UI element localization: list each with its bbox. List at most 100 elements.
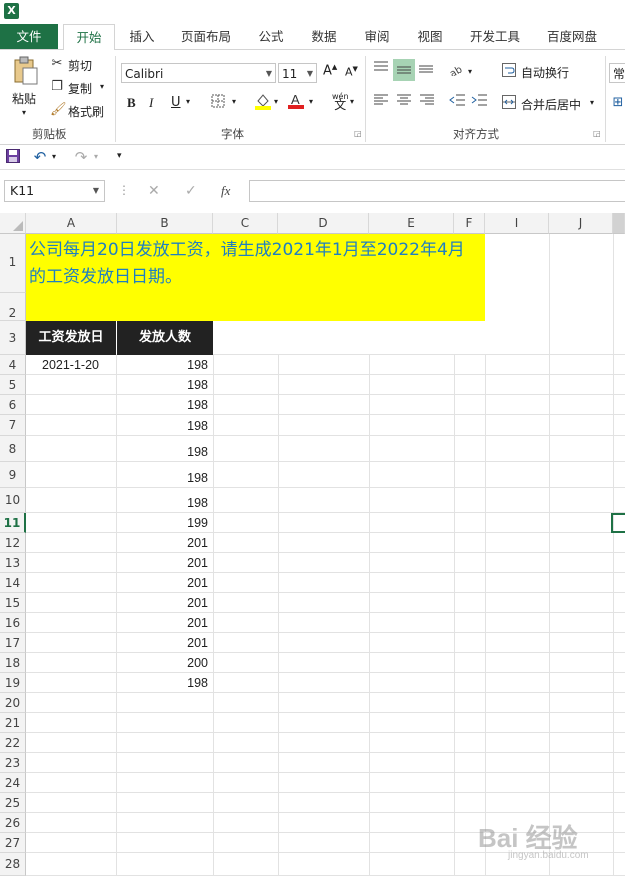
orientation-dropdown-icon[interactable]: ▾ — [468, 67, 472, 76]
row-header[interactable]: 1 — [0, 234, 26, 293]
font-size-combo[interactable]: 11 ▼ — [278, 63, 317, 83]
row-header[interactable]: 4 — [0, 355, 26, 375]
row-header[interactable]: 14 — [0, 573, 26, 593]
paste-dropdown-icon[interactable]: ▾ — [22, 108, 26, 117]
tab-file[interactable]: 文件 — [0, 24, 58, 49]
tab-formulas[interactable]: 公式 — [251, 24, 291, 49]
row-header[interactable]: 13 — [0, 553, 26, 573]
headcount-cell[interactable]: 198 — [117, 378, 208, 392]
wrap-text-button[interactable]: 自动换行 — [521, 64, 569, 81]
row-header[interactable]: 23 — [0, 753, 26, 773]
tab-developer[interactable]: 开发工具 — [464, 24, 526, 49]
bold-button[interactable]: B — [127, 95, 136, 111]
column-header[interactable]: C — [213, 213, 278, 234]
headcount-cell[interactable]: 198 — [117, 358, 208, 372]
paste-icon[interactable] — [10, 56, 40, 86]
headcount-cell[interactable]: 201 — [117, 576, 208, 590]
row-header[interactable]: 9 — [0, 462, 26, 488]
row-header[interactable]: 22 — [0, 733, 26, 753]
date-cell[interactable]: 2021-1-20 — [42, 358, 99, 372]
tab-insert[interactable]: 插入 — [122, 24, 162, 49]
merge-center-button[interactable]: 合并后居中 — [521, 96, 581, 113]
tab-home[interactable]: 开始 — [63, 24, 115, 51]
increase-indent-icon[interactable] — [471, 94, 487, 110]
headcount-cell[interactable]: 198 — [117, 471, 208, 485]
tab-view[interactable]: 视图 — [410, 24, 450, 49]
italic-button[interactable]: I — [149, 95, 153, 111]
column-header[interactable]: J — [549, 213, 613, 234]
merge-dropdown-icon[interactable]: ▾ — [590, 98, 594, 107]
headcount-cell[interactable]: 201 — [117, 616, 208, 630]
fill-color-icon[interactable] — [254, 92, 272, 114]
redo-icon[interactable]: ↷ — [73, 148, 89, 166]
column-header-selected[interactable] — [613, 213, 625, 234]
row-header[interactable]: 19 — [0, 673, 26, 693]
tab-data[interactable]: 数据 — [304, 24, 344, 49]
copy-button[interactable]: 复制 — [68, 80, 92, 97]
align-right-icon[interactable] — [419, 94, 435, 110]
number-format-combo[interactable]: 常 — [609, 63, 625, 83]
row-header[interactable]: 11 — [0, 513, 26, 533]
row-header[interactable]: 3 — [0, 321, 26, 355]
row-header[interactable]: 17 — [0, 633, 26, 653]
orientation-icon[interactable]: ab — [448, 62, 465, 80]
paste-button[interactable]: 粘贴 — [12, 90, 36, 107]
headcount-cell[interactable]: 198 — [117, 676, 208, 690]
row-header[interactable]: 2 — [0, 293, 26, 321]
borders-dropdown-icon[interactable]: ▾ — [232, 97, 236, 106]
headcount-cell[interactable]: 201 — [117, 556, 208, 570]
headcount-cell[interactable]: 198 — [117, 496, 208, 510]
select-all-corner[interactable] — [0, 213, 26, 234]
row-header[interactable]: 12 — [0, 533, 26, 553]
column-header[interactable]: D — [278, 213, 369, 234]
headcount-cell[interactable]: 201 — [117, 536, 208, 550]
decrease-indent-icon[interactable] — [449, 94, 465, 110]
row-header[interactable]: 6 — [0, 395, 26, 415]
row-header[interactable]: 16 — [0, 613, 26, 633]
align-middle-icon[interactable] — [393, 59, 415, 81]
font-color-icon[interactable]: A — [287, 91, 305, 113]
column-header[interactable]: A — [26, 213, 117, 234]
row-header[interactable]: 18 — [0, 653, 26, 673]
active-cell-selection[interactable] — [611, 513, 625, 533]
tab-baidu-netdisk[interactable]: 百度网盘 — [540, 24, 604, 49]
redo-dropdown-icon[interactable]: ▾ — [94, 152, 98, 161]
copy-dropdown-icon[interactable]: ▾ — [100, 82, 104, 91]
cancel-icon[interactable]: ✕ — [148, 183, 160, 199]
tab-page-layout[interactable]: 页面布局 — [176, 24, 236, 49]
column-header[interactable]: I — [485, 213, 549, 234]
row-header[interactable]: 25 — [0, 793, 26, 813]
column-header[interactable]: F — [454, 213, 485, 234]
currency-format-icon[interactable]: ⊞ — [611, 95, 625, 110]
row-header[interactable]: 21 — [0, 713, 26, 733]
row-header[interactable]: 10 — [0, 488, 26, 513]
format-painter-button[interactable]: 格式刷 — [68, 103, 104, 120]
underline-button[interactable]: U — [171, 95, 181, 110]
font-name-combo[interactable]: Calibri ▼ — [121, 63, 276, 83]
decrease-font-icon[interactable]: A▼ — [345, 65, 358, 79]
dialog-launcher-icon[interactable]: ◲ — [354, 129, 362, 138]
undo-dropdown-icon[interactable]: ▾ — [52, 152, 56, 161]
align-bottom-icon[interactable] — [418, 61, 434, 77]
customize-qat-icon[interactable]: ▾ — [117, 151, 122, 161]
headcount-cell[interactable]: 201 — [117, 636, 208, 650]
align-left-icon[interactable] — [373, 94, 389, 110]
borders-icon[interactable] — [210, 94, 226, 112]
headcount-cell[interactable]: 198 — [117, 398, 208, 412]
cut-button[interactable]: 剪切 — [68, 57, 92, 74]
phonetic-dropdown-icon[interactable]: ▾ — [350, 97, 354, 106]
row-header[interactable]: 15 — [0, 593, 26, 613]
headcount-cell[interactable]: 198 — [117, 445, 208, 459]
table-header-headcount[interactable]: 发放人数 — [117, 321, 213, 355]
row-header[interactable]: 24 — [0, 773, 26, 793]
column-header[interactable]: E — [369, 213, 454, 234]
align-center-icon[interactable] — [396, 94, 412, 110]
tab-review[interactable]: 审阅 — [357, 24, 397, 49]
headcount-cell[interactable]: 199 — [117, 516, 208, 530]
enter-icon[interactable]: ✓ — [185, 183, 197, 199]
row-header[interactable]: 26 — [0, 813, 26, 833]
row-header[interactable]: 28 — [0, 853, 26, 876]
row-header[interactable]: 20 — [0, 693, 26, 713]
dialog-launcher-icon[interactable]: ◲ — [593, 129, 601, 138]
headcount-cell[interactable]: 200 — [117, 656, 208, 670]
